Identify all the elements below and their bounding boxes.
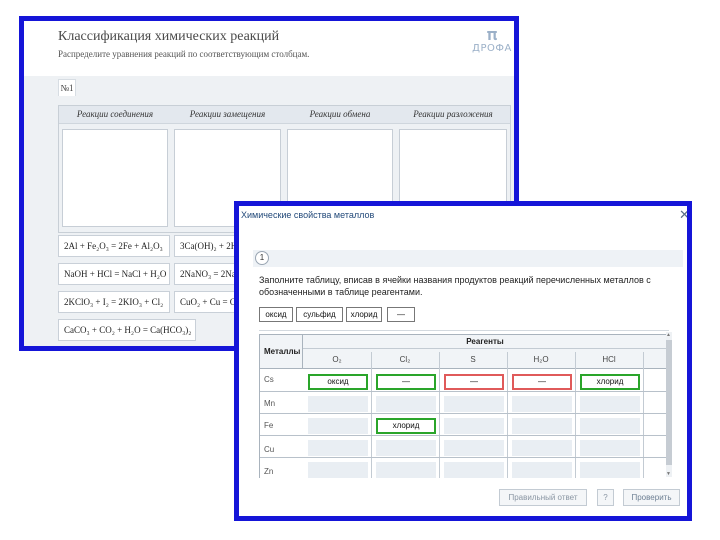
- drop-zone[interactable]: [62, 129, 168, 227]
- column-divider: [643, 352, 644, 478]
- cell-cs-s[interactable]: —: [444, 374, 504, 390]
- cell-cu-s[interactable]: [444, 440, 504, 456]
- page-title: Классификация химических реакций: [58, 29, 280, 44]
- option-chloride[interactable]: хлорид: [346, 307, 382, 322]
- reagent-header-cl2: Cl₂: [399, 355, 411, 364]
- column-compound: Реакции соединения: [59, 106, 171, 232]
- cell-mn-o2[interactable]: [308, 396, 368, 412]
- cell-cu-o2[interactable]: [308, 440, 368, 456]
- cell-cu-cl2[interactable]: [376, 440, 436, 456]
- reagent-header-hcl: HCl: [602, 355, 616, 364]
- logo-mark-icon: 𝛑: [486, 25, 498, 44]
- equation-chip[interactable]: NaOH + HCl = NaCl + H₂O: [58, 263, 170, 285]
- cell-cs-hcl[interactable]: хлорид: [580, 374, 640, 390]
- column-divider: [439, 352, 440, 478]
- table-scrollbar[interactable]: ▲ ▼: [666, 332, 672, 477]
- exercise-tab-1[interactable]: 1: [255, 251, 269, 265]
- metal-label-mn: Mn: [264, 399, 276, 408]
- scrollbar-thumb[interactable]: [666, 340, 672, 465]
- window-title: Химические свойства металлов: [241, 210, 375, 220]
- help-button[interactable]: ?: [597, 489, 614, 506]
- scroll-down-icon[interactable]: ▼: [666, 471, 671, 477]
- tab-exercise-1[interactable]: №1: [58, 79, 76, 96]
- exercise-tab-bar: [253, 250, 683, 267]
- cell-mn-h2o[interactable]: [512, 396, 572, 412]
- equation-chip[interactable]: 2KClO₃ + I₂ = 2KIO₃ + Cl₂: [58, 291, 170, 313]
- cell-zn-cl2[interactable]: [376, 462, 436, 478]
- option-dash[interactable]: —: [387, 307, 415, 322]
- reagent-header-h2o: H₂O: [533, 355, 549, 364]
- option-oxide[interactable]: оксид: [259, 307, 293, 322]
- reagent-header-o2: O₂: [332, 355, 342, 364]
- metal-label-cs: Cs: [264, 375, 274, 384]
- reagent-header-s: S: [470, 355, 476, 364]
- cell-cs-o2[interactable]: оксид: [308, 374, 368, 390]
- close-icon[interactable]: ✕: [679, 207, 687, 223]
- metal-label-zn: Zn: [264, 467, 274, 476]
- option-sulfide[interactable]: сульфид: [296, 307, 343, 322]
- scroll-up-icon[interactable]: ▲: [666, 332, 671, 338]
- publisher-logo: 𝛑 ДРОФА: [472, 25, 512, 55]
- row-divider: [260, 413, 666, 414]
- cell-fe-cl2[interactable]: хлорид: [376, 418, 436, 434]
- row-divider: [260, 435, 666, 436]
- row-divider: [260, 391, 666, 392]
- cell-cs-h2o[interactable]: —: [512, 374, 572, 390]
- cell-zn-h2o[interactable]: [512, 462, 572, 478]
- column-divider: [371, 352, 372, 478]
- cell-zn-hcl[interactable]: [580, 462, 640, 478]
- cell-cs-cl2[interactable]: —: [376, 374, 436, 390]
- equation-chip[interactable]: CaCO₃ + CO₂ + H₂O = Ca(HCO₃)₂: [58, 319, 196, 341]
- row-divider: [260, 457, 666, 458]
- check-button[interactable]: Проверить: [623, 489, 680, 506]
- cell-fe-s[interactable]: [444, 418, 504, 434]
- cell-mn-hcl[interactable]: [580, 396, 640, 412]
- metals-properties-window: Химические свойства металлов ✕ 1 Заполни…: [234, 201, 692, 521]
- metal-label-fe: Fe: [264, 421, 274, 430]
- divider: [259, 330, 669, 331]
- metals-header: Металлы: [260, 335, 303, 369]
- reagents-header: Реагенты: [303, 335, 666, 349]
- cell-zn-o2[interactable]: [308, 462, 368, 478]
- column-header: Реакции соединения: [59, 106, 171, 124]
- cell-cu-hcl[interactable]: [580, 440, 640, 456]
- metal-label-cu: Cu: [264, 445, 275, 454]
- logo-word: ДРОФА: [472, 43, 512, 54]
- show-answer-button[interactable]: Правильный ответ: [499, 489, 587, 506]
- page-subtitle: Распределите уравнения реакций по соотве…: [58, 49, 310, 59]
- column-header: Реакции обмена: [284, 106, 396, 124]
- cell-fe-hcl[interactable]: [580, 418, 640, 434]
- column-header: Реакции замещения: [171, 106, 284, 124]
- cell-zn-s[interactable]: [444, 462, 504, 478]
- column-divider: [507, 352, 508, 478]
- footer-bar: [239, 478, 687, 516]
- column-header: Реакции разложения: [396, 106, 510, 124]
- instruction-text: Заполните таблицу, вписав в ячейки назва…: [259, 275, 651, 297]
- cell-cu-h2o[interactable]: [512, 440, 572, 456]
- cell-mn-s[interactable]: [444, 396, 504, 412]
- equation-chip[interactable]: 2Al + Fe₂O₃ = 2Fe + Al₂O₃: [58, 235, 170, 257]
- reagents-table: Металлы Реагенты O₂ Cl₂ S H₂O HCl Cs окс…: [259, 334, 666, 478]
- column-divider: [575, 352, 576, 478]
- cell-fe-h2o[interactable]: [512, 418, 572, 434]
- cell-fe-o2[interactable]: [308, 418, 368, 434]
- cell-mn-cl2[interactable]: [376, 396, 436, 412]
